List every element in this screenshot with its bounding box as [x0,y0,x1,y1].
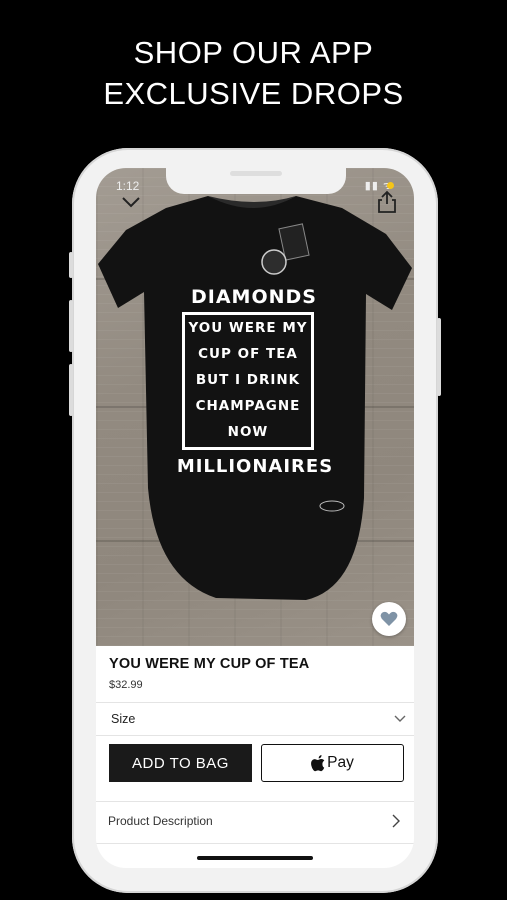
chevron-right-icon[interactable] [392,814,400,828]
app-screen: DIAMONDS YOU WERE MY CUP OF TEA BUT I DR… [96,168,414,868]
status-time: 1:12 [116,179,140,193]
shirt-print-line: NOW [227,424,269,440]
shirt-print-line: CUP OF TEA [198,346,298,362]
phone-volume-up [69,300,73,352]
phone-power-button [437,318,441,396]
add-to-bag-button[interactable]: ADD TO BAG [109,744,252,782]
shirt-print-top: DIAMONDS [191,286,317,308]
heart-icon [380,611,398,626]
shirt-print-line: BUT I DRINK [195,372,301,388]
chevron-down-icon[interactable] [120,194,142,210]
divider [96,702,414,703]
product-title: YOU WERE MY CUP OF TEA [109,656,310,672]
share-icon[interactable] [376,190,398,214]
apple-logo-icon [311,754,325,771]
battery-icon [387,182,394,189]
apple-pay-label: Pay [327,754,354,771]
product-description-label[interactable]: Product Description [108,814,213,828]
shirt-print-line: YOU WERE MY [188,320,308,336]
apple-pay-button[interactable]: Pay [261,744,404,782]
phone-speaker [230,171,282,176]
shirt-print-bottom: MILLIONAIRES [176,456,334,477]
product-photo: DIAMONDS YOU WERE MY CUP OF TEA BUT I DR… [96,168,414,646]
divider [96,843,414,844]
chevron-down-icon[interactable] [394,713,406,723]
divider [96,801,414,802]
divider [96,735,414,736]
headline-line-2: EXCLUSIVE DROPS [103,76,404,111]
headline-line-1: SHOP OUR APP [133,35,374,70]
shirt-print-line: CHAMPAGNE [195,398,301,414]
phone-mute-switch [69,252,73,278]
favorite-button[interactable] [372,602,406,636]
phone-volume-down [69,364,73,416]
size-selector-label[interactable]: Size [111,712,135,726]
promo-headline: SHOP OUR APP EXCLUSIVE DROPS [0,32,507,114]
product-price: $32.99 [109,679,143,691]
home-indicator[interactable] [197,856,313,860]
